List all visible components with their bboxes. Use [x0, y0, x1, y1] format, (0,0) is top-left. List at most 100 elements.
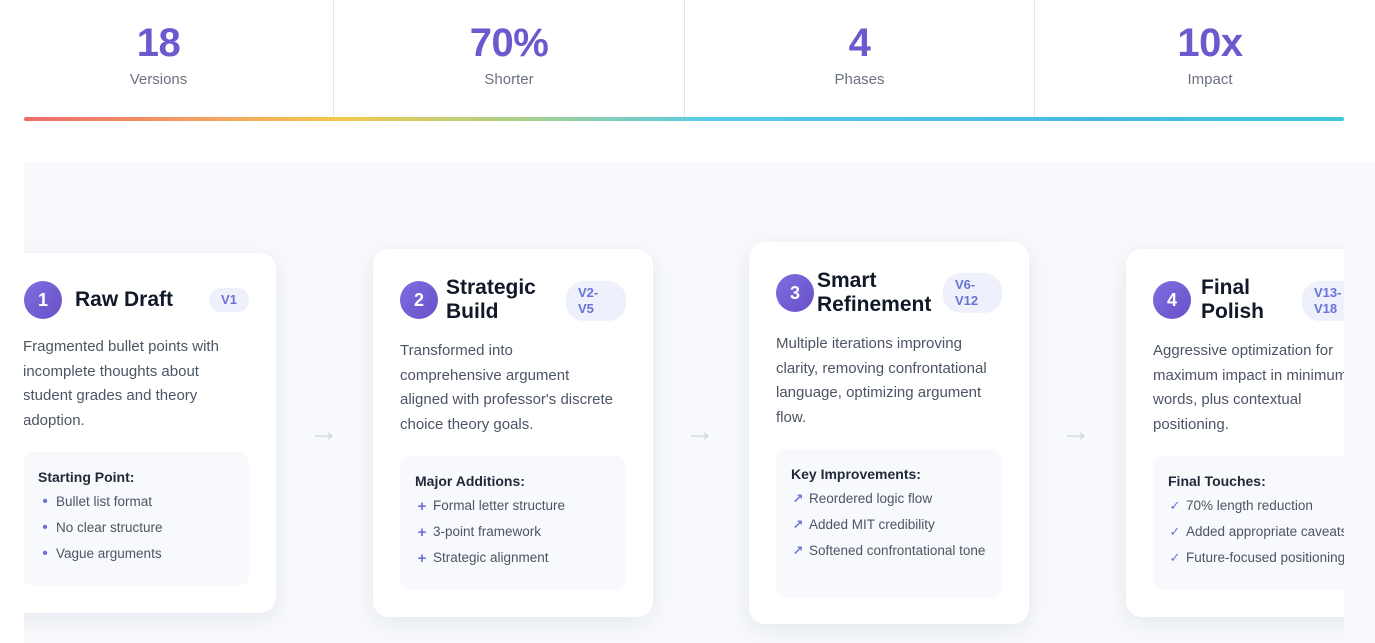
detail-item-text: Bullet list format: [56, 494, 153, 509]
detail-item: ↗ Softened confrontational tone: [791, 543, 992, 559]
phase-title: Smart Refinement: [817, 269, 931, 317]
stat-label: Shorter: [484, 71, 534, 88]
description-line: student grades and theory: [24, 387, 198, 404]
detail-item: ↗ Added MIT credibility: [791, 517, 992, 533]
detail-item: • No clear structure: [38, 520, 239, 536]
bullet-dot-icon: •: [42, 545, 48, 562]
phase-timeline-track[interactable]: 1 Raw Draft V1 Fragmented bullet points …: [24, 162, 1344, 643]
version-badge-line: V5: [578, 301, 594, 316]
flow-arrow-icon: →: [309, 415, 339, 448]
gradient-progress-bar: [24, 117, 1344, 121]
detail-item-text: Future-focused positioning: [1186, 550, 1344, 565]
phase-detail-box: Major Additions: + Formal letter structur…: [400, 456, 626, 590]
phase-card-raw-draft: 1 Raw Draft V1 Fragmented bullet points …: [24, 253, 276, 613]
phase-detail-box: Key Improvements: ↗ Reordered logic flow …: [776, 449, 1002, 598]
version-badge-line: V2-: [578, 285, 599, 300]
phase-number-badge: 2: [400, 281, 438, 319]
phase-card-final-polish: 4 Final Polish V13- V18 Aggressive optim…: [1126, 249, 1344, 617]
detail-item: ✓ Future-focused positioning: [1168, 550, 1344, 566]
version-badge: V1: [209, 288, 249, 312]
detail-item-text: Added appropriate caveats: [1186, 524, 1344, 539]
description-line: maximum impact in minimum: [1153, 366, 1344, 384]
phase-description: Aggressive optimization for maximum impa…: [1153, 339, 1344, 437]
description-line: choice theory goals.: [400, 415, 534, 433]
phase-title-line: Raw Draft: [75, 288, 174, 311]
detail-item: +3-point framework: [415, 524, 616, 541]
detail-list: ✓ 70% length reduction ✓ Added appropriate…: [1168, 498, 1344, 576]
phase-card-strategic-build: 2 Strategic Build V2- V5 Transformed int…: [373, 249, 653, 617]
stat-value: 10x: [1177, 21, 1243, 65]
phase-title-line: Final: [1201, 276, 1251, 299]
trend-up-icon: ↗: [792, 517, 804, 532]
phase-description: Fragmented bullet points with incomplete…: [24, 335, 263, 433]
stat-shorter: 70% Shorter: [334, 0, 684, 120]
trend-up-icon: ↗: [792, 491, 804, 506]
description-line: comprehensive argument: [400, 366, 570, 384]
stats-band: 18 Versions 70% Shorter 4 Phases 10x Imp…: [0, 0, 1375, 162]
phase-description: Multiple iterations improving clarity, r…: [776, 332, 1021, 430]
detail-item-text: 3-point framework: [433, 524, 542, 539]
phase-title: Raw Draft: [75, 288, 173, 312]
detail-box-title: Key Improvements:: [791, 466, 921, 482]
description-line: positioning.: [1153, 415, 1229, 433]
phase-detail-box: Starting Point: • Bullet list format • No …: [24, 452, 249, 586]
detail-item: + Strategic alignment: [415, 550, 616, 567]
description-line: Transformed into: [400, 342, 513, 359]
detail-list: + Formal letter structure +3-point framew…: [415, 498, 616, 576]
description-line: flow.: [776, 408, 807, 426]
phase-description: Transformed into comprehensive argument …: [400, 339, 640, 437]
detail-item-text: Softened confrontational tone: [809, 543, 986, 558]
version-badge: V6- V12: [943, 273, 1002, 313]
description-line: language, optimizing argument: [776, 384, 982, 401]
check-icon: ✓: [1169, 524, 1181, 539]
plus-icon: +: [417, 550, 427, 567]
detail-item-text: No clear structure: [56, 520, 163, 535]
description-line: clarity, removing confrontational: [776, 359, 987, 377]
version-badge-line: V18: [1314, 301, 1338, 316]
detail-box-title: Starting Point:: [38, 469, 135, 485]
check-icon: ✓: [1169, 550, 1181, 565]
version-badge-line: V13-: [1314, 285, 1342, 300]
phase-title-line: Polish: [1201, 300, 1265, 323]
stat-label: Versions: [129, 71, 188, 88]
version-badge: V13- V18: [1302, 281, 1344, 321]
version-badge-text: V1: [221, 292, 237, 307]
stat-impact: 10x Impact: [1035, 0, 1375, 120]
detail-item: • Vague arguments: [38, 546, 239, 562]
stat-value: 18: [136, 21, 181, 65]
description-line: aligned with professor's discrete: [400, 391, 613, 408]
phase-number-badge: 1: [24, 281, 62, 319]
phase-title-line: Smart: [817, 269, 877, 292]
stat-value: 4: [848, 21, 871, 65]
phase-title: Final Polish: [1201, 276, 1264, 324]
detail-list: • Bullet list format • No clear structure …: [38, 494, 239, 572]
detail-item: ↗ Reordered logic flow: [791, 491, 992, 507]
stat-value: 70%: [469, 21, 549, 65]
phase-title: Strategic Build: [446, 276, 536, 324]
description-line: words, plus contextual: [1153, 391, 1302, 408]
description-line: Fragmented bullet points with: [24, 338, 219, 355]
trend-up-icon: ↗: [792, 543, 804, 558]
plus-icon: +: [417, 524, 427, 541]
description-line: Multiple iterations improving: [776, 335, 962, 352]
description-line: adoption.: [24, 411, 85, 429]
stat-label: Impact: [1187, 71, 1233, 88]
phase-title-line: Build: [446, 300, 499, 323]
detail-item-text: Formal letter structure: [433, 498, 566, 513]
bullet-dot-icon: •: [42, 519, 48, 536]
detail-box-title: Major Additions:: [415, 473, 525, 489]
check-icon: ✓: [1169, 498, 1181, 513]
phase-detail-box: Final Touches: ✓ 70% length reduction ✓ Ad…: [1153, 456, 1344, 590]
version-badge-line: V6-: [955, 277, 976, 292]
description-line: incomplete thoughts about: [24, 362, 199, 380]
detail-item: ✓ 70% length reduction: [1168, 498, 1344, 514]
phase-title-line: Refinement: [817, 293, 932, 316]
stat-versions: 18 Versions: [0, 0, 317, 120]
detail-item: + Formal letter structure: [415, 498, 616, 515]
version-badge: V2- V5: [566, 281, 626, 321]
detail-item-text: 70% length reduction: [1186, 498, 1313, 513]
detail-item: • Bullet list format: [38, 494, 239, 510]
detail-list: ↗ Reordered logic flow ↗ Added MIT credibi…: [791, 491, 992, 569]
detail-item: ✓ Added appropriate caveats: [1168, 524, 1344, 540]
flow-arrow-icon: →: [685, 415, 715, 448]
